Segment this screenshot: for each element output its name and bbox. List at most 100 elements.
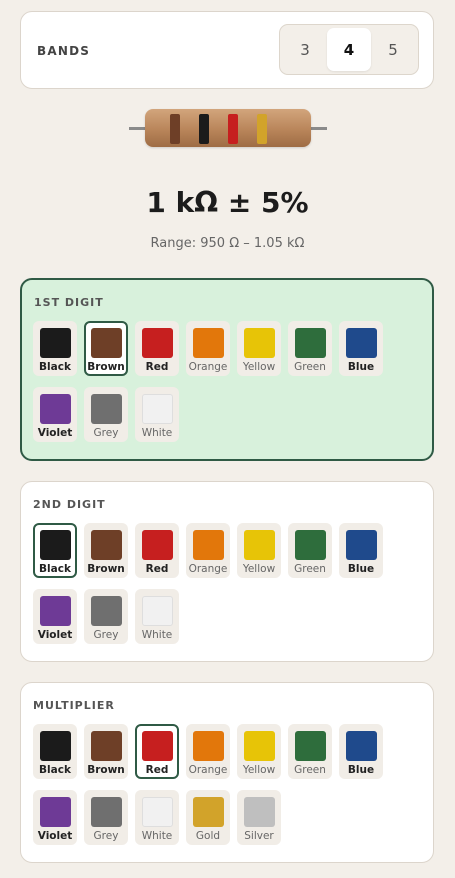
color-swatch xyxy=(346,731,377,761)
color-swatch xyxy=(193,797,224,827)
color-chip-label: Brown xyxy=(87,361,125,373)
bands-label: BANDS xyxy=(37,44,91,58)
color-chip-label: Yellow xyxy=(242,361,276,373)
color-chip-red[interactable]: Red xyxy=(135,523,179,578)
color-chip-label: Blue xyxy=(347,361,375,373)
color-chip-label: Violet xyxy=(37,427,73,439)
color-chip-label: Grey xyxy=(93,427,119,439)
color-swatch xyxy=(244,530,275,560)
color-chip-label: Red xyxy=(145,361,169,373)
color-chip-label: Orange xyxy=(188,764,228,776)
color-chip-gold[interactable]: Gold xyxy=(186,790,230,845)
color-chip-label: Violet xyxy=(37,629,73,641)
resistor-band-1 xyxy=(170,114,180,144)
bands-option-5[interactable]: 5 xyxy=(371,28,415,71)
color-chip-grey[interactable]: Grey xyxy=(84,387,128,442)
color-chip-brown[interactable]: Brown xyxy=(84,724,128,779)
color-chip-grey[interactable]: Grey xyxy=(84,790,128,845)
color-chip-label: Black xyxy=(39,563,71,575)
color-chip-label: Black xyxy=(39,361,71,373)
resistance-range: Range: 950 Ω – 1.05 kΩ xyxy=(150,236,305,251)
color-chip-red[interactable]: Red xyxy=(135,321,179,376)
color-chip-yellow[interactable]: Yellow xyxy=(237,724,281,779)
color-swatch xyxy=(40,530,71,560)
color-chip-green[interactable]: Green xyxy=(288,321,332,376)
color-chip-label: Silver xyxy=(244,830,274,842)
color-chip-green[interactable]: Green xyxy=(288,523,332,578)
color-swatch xyxy=(91,731,122,761)
color-swatch xyxy=(193,530,224,560)
color-swatch xyxy=(244,731,275,761)
color-chip-black[interactable]: Black xyxy=(33,321,77,376)
bands-card: BANDS 3 4 5 xyxy=(20,11,434,89)
color-swatch xyxy=(91,530,122,560)
color-chip-label: White xyxy=(141,629,173,641)
color-chip-orange[interactable]: Orange xyxy=(186,523,230,578)
multiplier-section: MULTIPLIER Black Brown Red Orange Yellow Gree… xyxy=(20,682,434,863)
color-chip-white[interactable]: White xyxy=(135,387,179,442)
color-chip-yellow[interactable]: Yellow xyxy=(237,321,281,376)
resistor-band-3 xyxy=(228,114,238,144)
color-swatch xyxy=(193,328,224,358)
color-chip-brown[interactable]: Brown xyxy=(84,321,128,376)
color-chip-green[interactable]: Green xyxy=(288,724,332,779)
section-title: 2ND DIGIT xyxy=(33,498,106,511)
color-chip-blue[interactable]: Blue xyxy=(339,523,383,578)
color-swatch xyxy=(346,530,377,560)
color-swatch xyxy=(142,328,173,358)
color-chip-orange[interactable]: Orange xyxy=(186,724,230,779)
color-swatch xyxy=(295,530,326,560)
color-swatch xyxy=(91,596,122,626)
first-digit-section: 1ST DIGIT Black Brown Red Orange Yellow Green… xyxy=(20,278,434,461)
color-swatch xyxy=(91,328,122,358)
color-swatch xyxy=(40,797,71,827)
color-chip-silver[interactable]: Silver xyxy=(237,790,281,845)
section-title: MULTIPLIER xyxy=(33,699,115,712)
bands-option-3[interactable]: 3 xyxy=(283,28,327,71)
color-swatch xyxy=(142,596,173,626)
color-swatch xyxy=(295,731,326,761)
color-chip-label: Brown xyxy=(87,563,125,575)
color-swatch xyxy=(142,797,173,827)
color-chip-label: Yellow xyxy=(242,764,276,776)
color-swatch xyxy=(193,731,224,761)
color-swatch xyxy=(295,328,326,358)
color-chip-label: Brown xyxy=(87,764,125,776)
resistor-band-4 xyxy=(257,114,267,144)
color-chip-grey[interactable]: Grey xyxy=(84,589,128,644)
color-chip-yellow[interactable]: Yellow xyxy=(237,523,281,578)
color-chip-label: Violet xyxy=(37,830,73,842)
color-swatch xyxy=(91,394,122,424)
color-chip-label: Orange xyxy=(188,563,228,575)
color-swatch xyxy=(40,731,71,761)
color-chip-violet[interactable]: Violet xyxy=(33,589,77,644)
color-chip-label: Gold xyxy=(195,830,221,842)
color-chip-label: Red xyxy=(145,764,169,776)
bands-option-4[interactable]: 4 xyxy=(327,28,371,71)
resistor-illustration xyxy=(129,108,327,150)
resistor-lead-right xyxy=(309,127,327,130)
color-chip-blue[interactable]: Blue xyxy=(339,321,383,376)
color-swatch xyxy=(142,731,173,761)
color-chip-white[interactable]: White xyxy=(135,589,179,644)
color-chip-red[interactable]: Red xyxy=(135,724,179,779)
color-chip-blue[interactable]: Blue xyxy=(339,724,383,779)
resistor-band-2 xyxy=(199,114,209,144)
color-swatch xyxy=(346,328,377,358)
color-swatch xyxy=(142,530,173,560)
color-chip-black[interactable]: Black xyxy=(33,724,77,779)
color-chip-black[interactable]: Black xyxy=(33,523,77,578)
color-swatch xyxy=(142,394,173,424)
color-chip-label: Yellow xyxy=(242,563,276,575)
color-swatch xyxy=(40,596,71,626)
color-chip-brown[interactable]: Brown xyxy=(84,523,128,578)
color-chip-violet[interactable]: Violet xyxy=(33,790,77,845)
color-chip-label: Blue xyxy=(347,563,375,575)
resistance-value: 1 kΩ ± 5% xyxy=(146,186,309,219)
second-digit-section: 2ND DIGIT Black Brown Red Orange Yellow Green… xyxy=(20,481,434,662)
color-chip-orange[interactable]: Orange xyxy=(186,321,230,376)
color-chip-violet[interactable]: Violet xyxy=(33,387,77,442)
color-swatch xyxy=(244,328,275,358)
color-chip-white[interactable]: White xyxy=(135,790,179,845)
color-swatch xyxy=(244,797,275,827)
